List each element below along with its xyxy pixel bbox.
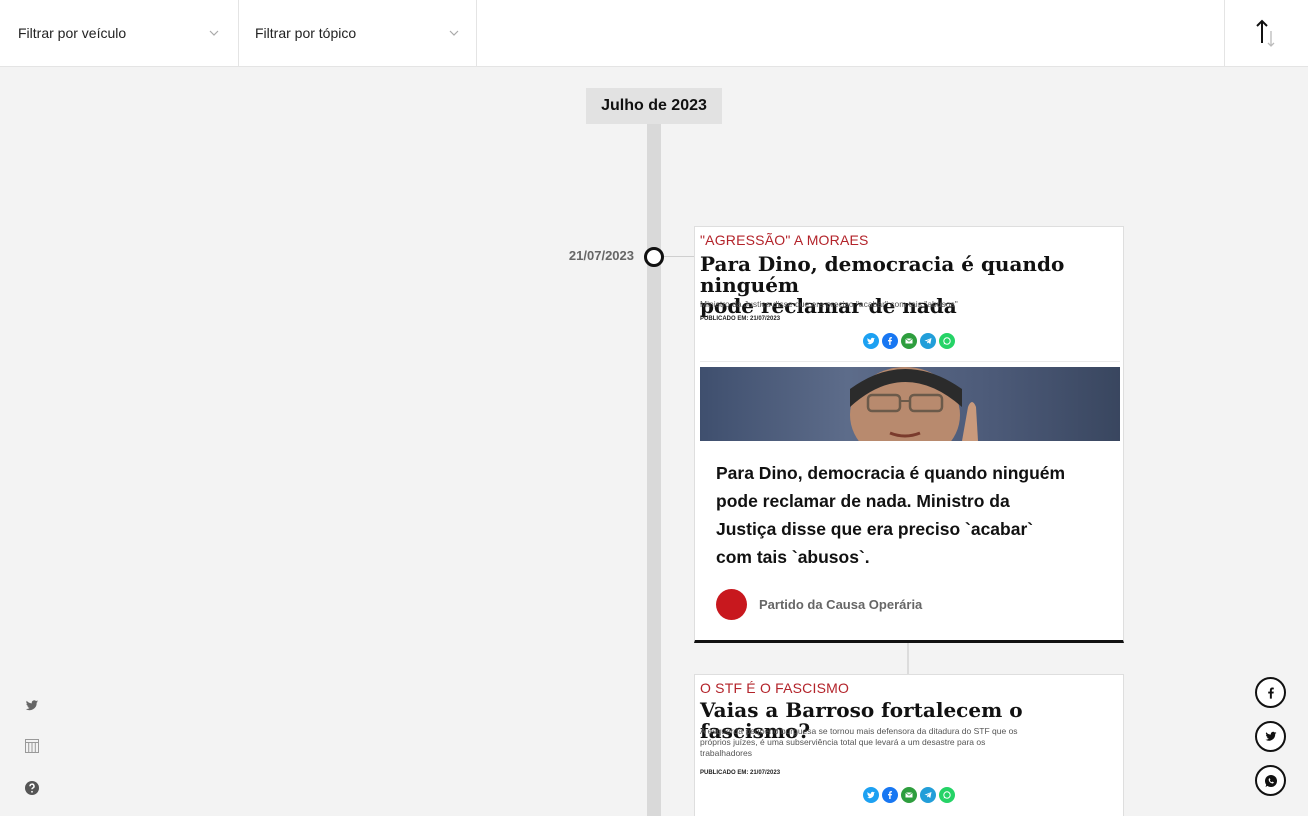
help-icon [25,781,39,795]
email-icon [905,792,913,798]
article-dek: A esquerda pequeno burguesa se tornou ma… [700,726,1120,759]
article-publish-date: PUBLICADO EM: 21/07/2023 [700,316,781,322]
email-icon [905,338,913,344]
article-kicker: "AGRESSÃO" A MORAES [700,232,869,248]
source-avatar [716,589,747,620]
whatsapp-icon [943,791,951,799]
chevron-down-icon [209,30,219,36]
twitter-share-button[interactable] [863,333,879,349]
article-headline-line: Para Dino, democracia é quando ninguém [700,252,1065,297]
article-dek-line: próprios juízes, é uma subserviência tot… [700,737,986,747]
email-share-button[interactable] [901,787,917,803]
timeline-dot-connector [664,256,695,257]
vehicle-filter-dropdown[interactable]: Filtrar por veículo [0,0,239,66]
article-excerpt: Para Dino, democracia é quando ninguém p… [716,459,1106,571]
twitter-icon [25,700,39,711]
article-dek: Ministro da Justiça disse que era precis… [700,299,958,309]
whatsapp-share-button[interactable] [1255,765,1286,796]
facebook-icon [1267,687,1274,699]
timeline-connector [907,642,909,674]
sort-order-button[interactable] [1224,0,1308,66]
email-share-button[interactable] [901,333,917,349]
twitter-share-button[interactable] [1255,721,1286,752]
article-excerpt-line: com tais `abusos`. [716,547,870,567]
article-photo-image [850,367,978,441]
twitter-share-button[interactable] [863,787,879,803]
whatsapp-share-button[interactable] [939,787,955,803]
twitter-link[interactable] [23,697,41,715]
twitter-icon [867,791,875,799]
whatsapp-icon [943,337,951,345]
telegram-icon [924,338,932,344]
filter-bar: Filtrar por veículo Filtrar por tópico [0,0,1308,67]
table-view-link[interactable] [23,737,41,755]
article-publish-date: PUBLICADO EM: 21/07/2023 [700,770,781,776]
article-excerpt-line: pode reclamar de nada. Ministro da [716,491,1010,511]
facebook-share-button[interactable] [1255,677,1286,708]
article-excerpt-line: Justiça disse que era preciso `acabar` [716,519,1034,539]
whatsapp-share-button[interactable] [939,333,955,349]
sort-arrows-icon [1255,19,1274,47]
vehicle-filter-label: Filtrar por veículo [18,25,127,41]
timeline-axis [647,124,661,816]
twitter-icon [867,337,875,345]
facebook-share-button[interactable] [882,787,898,803]
help-link[interactable] [23,779,41,797]
topic-filter-label: Filtrar por tópico [255,25,357,41]
article-dek-line: A esquerda pequeno burguesa se tornou ma… [700,726,1018,736]
facebook-icon [888,337,892,345]
chevron-down-icon [449,30,459,36]
article-card[interactable]: "AGRESSÃO" A MORAES Para Dino, democraci… [694,226,1124,643]
timeline-dot[interactable] [644,247,664,267]
telegram-share-button[interactable] [920,333,936,349]
facebook-icon [888,791,892,799]
card-divider [700,361,1120,362]
facebook-share-button[interactable] [882,333,898,349]
article-excerpt-line: Para Dino, democracia é quando ninguém [716,463,1066,483]
share-buttons [695,787,1123,803]
whatsapp-icon [1264,774,1277,787]
topic-filter-dropdown[interactable]: Filtrar por tópico [239,0,477,66]
timeline-month-label: Julho de 2023 [586,88,722,124]
source-name[interactable]: Partido da Causa Operária [759,597,922,612]
article-card[interactable]: O STF É O FASCISMO Vaias a Barroso forta… [694,674,1124,816]
table-grid-icon [25,739,39,753]
timeline-entry-date: 21/07/2023 [568,248,634,263]
article-photo[interactable] [700,367,1120,441]
article-dek-line: trabalhadores [700,748,752,758]
article-kicker: O STF É O FASCISMO [700,680,850,696]
telegram-icon [924,792,932,798]
telegram-share-button[interactable] [920,787,936,803]
share-buttons [695,333,1123,349]
twitter-icon [1264,731,1277,741]
